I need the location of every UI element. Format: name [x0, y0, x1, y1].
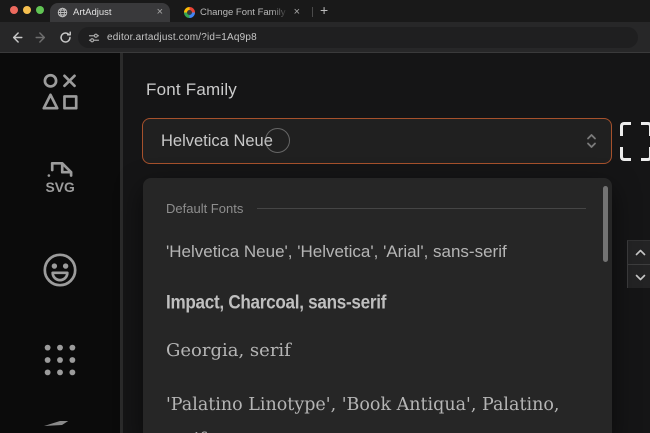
tab-title: Change Font Family Font Siz [200, 7, 289, 18]
svg-file-icon: SVG [46, 162, 75, 195]
font-option-palatino[interactable]: 'Palatino Linotype', 'Book Antiqua', Pal… [166, 388, 580, 433]
tab-change-font-family[interactable]: Change Font Family Font Siz × [178, 3, 306, 22]
font-option-georgia[interactable]: Georgia, serif [166, 340, 291, 361]
reload-icon [60, 31, 71, 43]
svg-text:SVG: SVG [46, 179, 75, 195]
forward-button[interactable] [33, 29, 50, 46]
reload-button[interactable] [57, 29, 74, 46]
address-bar[interactable]: editor.artadjust.com/?id=1Aq9p8 [78, 27, 638, 48]
font-option-impact[interactable]: Impact, Charcoal, sans-serif [166, 291, 386, 313]
select-chevrons-icon [586, 132, 597, 150]
emoji-tool-button[interactable] [36, 246, 84, 294]
site-settings-icon [88, 33, 100, 42]
dots-grid-icon [44, 344, 76, 376]
back-button[interactable] [8, 29, 25, 46]
svg-file-tool-button[interactable]: SVG [36, 156, 84, 204]
browser-window: ArtAdjust × Change Font Family Font Siz … [0, 0, 650, 433]
browser-toolbar: editor.artadjust.com/?id=1Aq9p8 [0, 22, 650, 53]
bracket-corner-icon [620, 147, 631, 161]
new-tab-button[interactable]: + [320, 2, 328, 18]
shapes-icon [42, 73, 78, 110]
editor-panel: Font Family Helvetica Neue Default Fonts… [123, 53, 650, 433]
dropdown-scrollbar[interactable] [603, 186, 608, 262]
font-family-heading: Font Family [146, 80, 237, 99]
editor-sidebar: SVG [0, 53, 120, 433]
grid-tool-button[interactable] [36, 336, 84, 384]
tab-bar: ArtAdjust × Change Font Family Font Siz … [0, 0, 650, 22]
zoom-window-button[interactable] [36, 6, 44, 14]
stepper-down-button[interactable] [628, 265, 650, 289]
smiley-icon [43, 253, 77, 287]
group-divider-line [257, 207, 586, 209]
tab-artadjust[interactable]: ArtAdjust × [50, 3, 170, 22]
cursor-click-indicator [265, 128, 290, 153]
shapes-tool-button[interactable] [36, 68, 84, 116]
dropdown-group-header: Default Fonts [166, 200, 586, 216]
chevron-up-icon [635, 249, 646, 256]
google-favicon-icon [184, 7, 195, 18]
close-tab-icon[interactable]: × [157, 7, 163, 18]
font-family-value: Helvetica Neue [161, 131, 273, 150]
chevron-down-icon [635, 274, 646, 280]
tab-divider [312, 7, 313, 17]
tab-title: ArtAdjust [73, 7, 112, 18]
font-family-select[interactable]: Helvetica Neue [142, 118, 612, 164]
font-family-dropdown: Default Fonts 'Helvetica Neue', 'Helveti… [143, 178, 612, 433]
close-window-button[interactable] [10, 6, 18, 14]
back-arrow-icon [12, 32, 23, 43]
url-text: editor.artadjust.com/?id=1Aq9p8 [107, 32, 257, 43]
cursor-tool-button[interactable] [36, 421, 84, 433]
cursor-icon [44, 421, 69, 426]
globe-favicon-icon [57, 7, 68, 18]
close-tab-icon[interactable]: × [294, 7, 300, 18]
bracket-corner-icon [620, 122, 631, 136]
font-size-stepper [627, 240, 650, 288]
stepper-up-button[interactable] [628, 241, 650, 265]
focus-mode-button[interactable] [620, 122, 650, 161]
group-label: Default Fonts [166, 200, 244, 216]
minimize-window-button[interactable] [23, 6, 31, 14]
forward-arrow-icon [35, 32, 46, 43]
font-option-helvetica[interactable]: 'Helvetica Neue', 'Helvetica', 'Arial', … [166, 242, 507, 262]
bracket-corner-icon [641, 122, 650, 136]
bracket-corner-icon [641, 147, 650, 161]
